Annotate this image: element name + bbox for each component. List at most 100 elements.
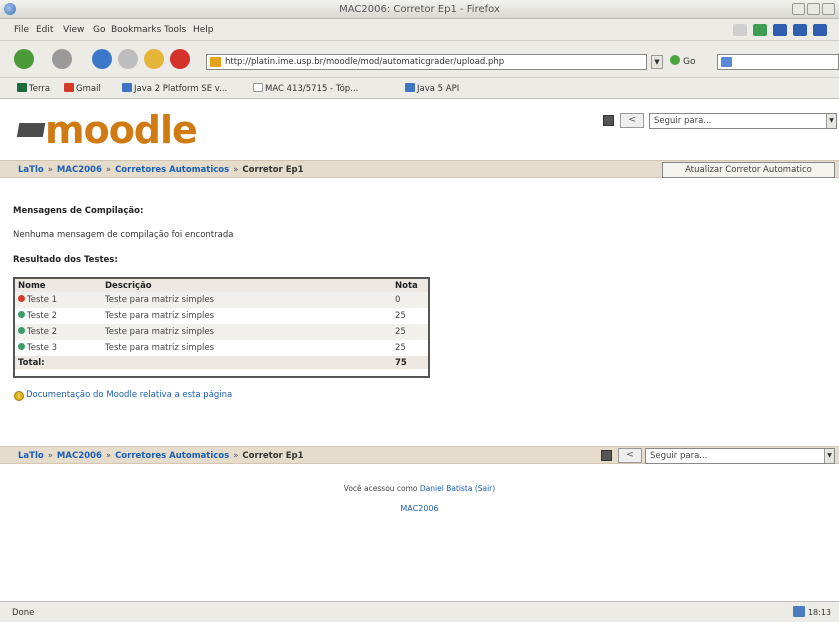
navigation-toolbar: http://platin.ime.usp.br/moodle/mod/auto… — [0, 41, 839, 78]
page-header: moodle < Seguir para... ▼ — [0, 100, 839, 155]
test-name-cell[interactable]: Teste 2 — [15, 308, 102, 324]
back-icon[interactable] — [14, 49, 34, 69]
breadcrumb-separator: » — [47, 165, 53, 175]
monitor-help-icon[interactable] — [601, 450, 612, 461]
tray-clock: 18:13 — [792, 606, 831, 617]
breadcrumb-section[interactable]: Corretores Automaticos — [115, 451, 229, 461]
bookmark-java2[interactable]: Java 2 Platform SE v... — [122, 83, 227, 94]
table-row: Teste 2 Teste para matriz simples 25 — [15, 324, 428, 340]
url-history-dropdown[interactable]: ▼ — [651, 55, 663, 69]
url-bar[interactable]: http://platin.ime.usp.br/moodle/mod/auto… — [206, 54, 647, 70]
window-icon[interactable] — [813, 24, 827, 36]
go-button[interactable]: Go — [670, 55, 695, 69]
search-engine-icon[interactable] — [721, 57, 732, 67]
go-label: Go — [683, 57, 696, 67]
column-header-description: Descrição — [102, 279, 392, 292]
logout-link[interactable]: (Sair) — [475, 484, 495, 493]
jump-to-select-bottom[interactable]: Seguir para... ▼ — [645, 448, 835, 464]
user-link[interactable]: Daniel Batista — [420, 484, 473, 493]
bookmark-java5[interactable]: Java 5 API — [405, 83, 459, 94]
screen-icon[interactable] — [773, 24, 787, 36]
bookmark-terra[interactable]: Terra — [17, 83, 50, 94]
menu-go[interactable]: Go — [93, 25, 105, 35]
menu-tools[interactable]: Tools — [164, 25, 186, 35]
breadcrumb-course[interactable]: MAC2006 — [57, 451, 102, 461]
search-input[interactable] — [717, 54, 839, 70]
print-icon[interactable] — [753, 24, 767, 36]
test-name: Teste 2 — [27, 327, 58, 337]
window-title: MAC2006: Corretor Ep1 - Firefox — [339, 4, 500, 15]
jump-to-value: Seguir para... — [650, 451, 708, 461]
bookmark-gmail[interactable]: Gmail — [64, 83, 101, 94]
compile-heading: Mensagens de Compilação: — [13, 206, 144, 216]
menu-edit[interactable]: Edit — [36, 25, 53, 35]
jump-to-select[interactable]: Seguir para... ▼ — [649, 113, 837, 129]
test-name: Teste 1 — [27, 295, 58, 305]
results-heading: Resultado dos Testes: — [13, 255, 118, 265]
test-description: Teste para matriz simples — [105, 311, 215, 321]
test-name-cell[interactable]: Teste 1 — [15, 292, 102, 308]
page-favicon — [210, 57, 221, 67]
breadcrumb-course[interactable]: MAC2006 — [57, 165, 102, 175]
login-prefix: Você acessou como — [343, 484, 418, 493]
test-name-cell[interactable]: Teste 2 — [15, 324, 102, 340]
test-grade: 25 — [395, 343, 406, 353]
reload-icon[interactable] — [92, 49, 112, 69]
test-grade: 25 — [392, 324, 428, 340]
column-header-name: Nome — [15, 279, 102, 292]
moodle-logo[interactable]: moodle — [16, 108, 198, 152]
prev-activity-button[interactable]: < — [618, 448, 642, 463]
fail-status-icon — [18, 295, 25, 302]
toolbar-icons — [725, 22, 835, 38]
breadcrumb-separator: » — [233, 165, 239, 175]
table-row: Teste 2 Teste para matriz simples 25 — [15, 308, 428, 324]
stop-icon[interactable] — [118, 49, 138, 69]
url-text: http://platin.ime.usp.br/moodle/mod/auto… — [225, 57, 505, 67]
login-info: Você acessou como Daniel Batista (Sair) — [0, 484, 839, 493]
maximize-button[interactable] — [807, 3, 820, 15]
test-description: Teste para matriz simples — [105, 343, 215, 353]
pass-status-icon — [18, 327, 25, 334]
folder-icon — [405, 83, 415, 92]
test-name: Teste 2 — [27, 311, 58, 321]
throbber-icon — [733, 24, 747, 36]
test-name-cell[interactable]: Teste 3 — [15, 340, 102, 356]
go-icon — [670, 55, 680, 65]
folder-icon — [122, 83, 132, 92]
breadcrumb-separator: » — [233, 451, 239, 461]
doc-link-text: Documentação do Moodle relativa a esta p… — [26, 390, 233, 400]
navigation-strip-bottom: LaTlo» MAC2006» Corretores Automaticos» Cor… — [0, 446, 839, 464]
table-row: Teste 1 Teste para matriz simples 0 — [15, 292, 428, 308]
monitor-icon[interactable] — [793, 24, 807, 36]
page-icon — [253, 83, 263, 92]
prev-activity-button[interactable]: < — [620, 113, 644, 128]
minimize-button[interactable] — [792, 3, 805, 15]
column-header-grade: Nota — [392, 279, 428, 292]
block-icon[interactable] — [170, 49, 190, 69]
test-grade: 0 — [392, 292, 428, 308]
menu-bookmarks[interactable]: Bookmarks — [111, 25, 161, 35]
mortarboard-icon — [16, 123, 46, 137]
bookmark-label: Gmail — [76, 84, 101, 94]
moodle-docs-link[interactable]: i Documentação do Moodle relativa a esta … — [14, 390, 232, 401]
breadcrumb-separator: » — [105, 165, 112, 175]
close-button[interactable] — [822, 3, 835, 15]
bookmark-label: Terra — [29, 84, 51, 94]
bookmark-label: MAC 413/5715 - Tóp... — [265, 84, 359, 94]
course-home-link[interactable]: MAC2006 — [0, 504, 839, 513]
menu-view[interactable]: View — [63, 25, 84, 35]
breadcrumb-home[interactable]: LaTlo — [18, 451, 44, 461]
bookmarks-toolbar: Terra Gmail Java 2 Platform SE v... MAC … — [0, 78, 839, 99]
forward-icon[interactable] — [52, 49, 72, 69]
monitor-help-icon[interactable] — [603, 115, 614, 126]
logo-text: moodle — [45, 108, 198, 152]
test-description: Teste para matriz simples — [102, 292, 392, 308]
menu-file[interactable]: File — [14, 25, 29, 35]
breadcrumb-home[interactable]: LaTlo — [18, 165, 44, 175]
pass-status-icon — [18, 343, 25, 350]
home-icon[interactable] — [144, 49, 164, 69]
menu-help[interactable]: Help — [193, 25, 214, 35]
breadcrumb-section[interactable]: Corretores Automaticos — [115, 165, 229, 175]
bookmark-mac413[interactable]: MAC 413/5715 - Tóp... — [253, 83, 358, 94]
update-grader-button[interactable]: Atualizar Corretor Automatico — [662, 162, 835, 178]
